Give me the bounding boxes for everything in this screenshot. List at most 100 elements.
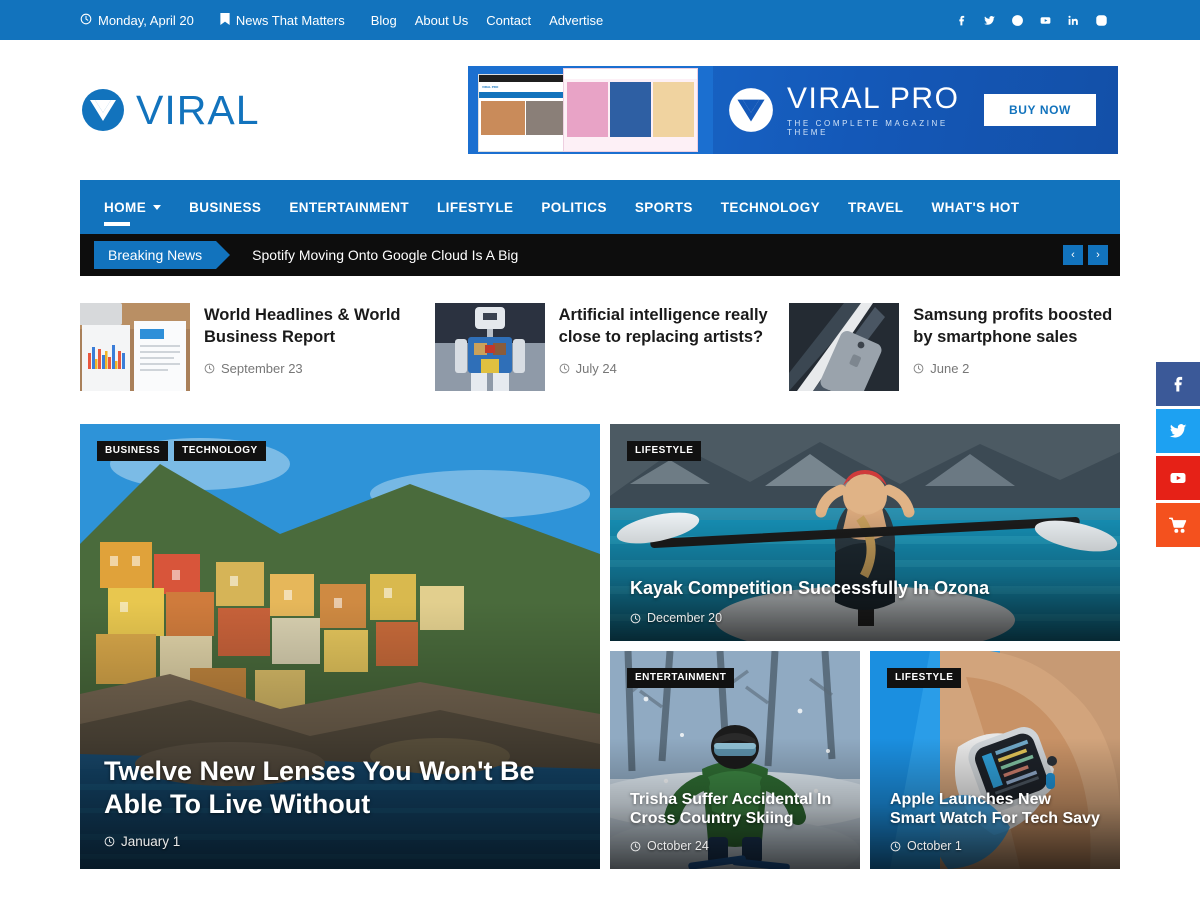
feature-body-1: World Headlines & World Business Report …	[204, 303, 435, 376]
card-text-skiing: Trisha Suffer Accidental In Cross Countr…	[630, 790, 840, 853]
card-title-skiing[interactable]: Trisha Suffer Accidental In Cross Countr…	[630, 790, 840, 828]
badge-technology[interactable]: TECHNOLOGY	[174, 441, 266, 461]
nav-label-home: HOME	[104, 199, 147, 215]
clock-icon	[80, 13, 92, 27]
clock-icon	[559, 363, 570, 374]
facebook-icon[interactable]	[954, 13, 968, 27]
card-title-main[interactable]: Twelve New Lenses You Won't Be Able To L…	[104, 755, 580, 820]
feature-title-3[interactable]: Samsung profits boosted by smartphone sa…	[913, 305, 1120, 349]
topbar-link-about-us[interactable]: About Us	[415, 13, 468, 28]
card-date-skiing: October 24	[630, 839, 840, 853]
ad-screenshot-mobile	[563, 68, 698, 152]
breaking-prev-button[interactable]: ‹	[1063, 245, 1083, 265]
article-card-main[interactable]: BUSINESS TECHNOLOGY Twelve New Lenses Yo…	[80, 424, 600, 869]
pinterest-icon[interactable]	[1010, 13, 1024, 27]
topbar-link-contact[interactable]: Contact	[486, 13, 531, 28]
grid-column-left: BUSINESS TECHNOLOGY Twelve New Lenses Yo…	[80, 424, 600, 869]
feature-article-3[interactable]: Samsung profits boosted by smartphone sa…	[789, 303, 1120, 391]
feature-title-1[interactable]: World Headlines & World Business Report	[204, 305, 435, 349]
grid-small-cards-row: ENTERTAINMENT Trisha Suffer Accidental I…	[610, 651, 1120, 869]
feature-body-2: Artificial intelligence really close to …	[559, 303, 790, 376]
chevron-down-icon	[153, 204, 162, 210]
topbar-social-links	[954, 13, 1108, 27]
ad-title: VIRAL PRO	[787, 81, 960, 115]
badge-business[interactable]: BUSINESS	[97, 441, 169, 461]
clock-icon	[104, 836, 115, 847]
ad-screenshot-collage: VIRAL PRO	[468, 66, 713, 154]
card-badges-smartwatch: LIFESTYLE	[887, 668, 962, 688]
floating-social-share-bar	[1156, 362, 1200, 550]
viral-logo-icon	[80, 87, 126, 133]
breaking-news-wrapper: Breaking News Spotify Moving Onto Google…	[0, 234, 1200, 276]
nav-item-home[interactable]: HOME	[104, 180, 162, 234]
breaking-news-controls: ‹ ›	[1063, 245, 1108, 265]
breaking-news-headline[interactable]: Spotify Moving Onto Google Cloud Is A Bi…	[252, 247, 518, 263]
tagline-label: News That Matters	[235, 12, 345, 28]
clock-icon	[890, 841, 901, 852]
share-twitter-button[interactable]	[1156, 409, 1200, 453]
card-date-text-main: January 1	[121, 834, 181, 849]
twitter-icon[interactable]	[982, 13, 996, 27]
date-label: Monday, April 20	[98, 12, 194, 28]
article-card-smartwatch[interactable]: LIFESTYLE Apple Launches New Smart Watch…	[870, 651, 1120, 869]
current-date: Monday, April 20	[80, 13, 194, 28]
site-logo[interactable]: VIRAL	[80, 87, 260, 133]
card-badges-skiing: ENTERTAINMENT	[627, 668, 735, 688]
card-text-main: Twelve New Lenses You Won't Be Able To L…	[104, 755, 580, 849]
share-cart-button[interactable]	[1156, 503, 1200, 547]
nav-item-lifestyle[interactable]: LIFESTYLE	[437, 180, 513, 234]
grid-column-right: LIFESTYLE Kayak Competition Successfully…	[610, 424, 1120, 869]
feature-thumbnail-smartphone	[789, 303, 900, 391]
nav-item-sports[interactable]: SPORTS	[635, 180, 693, 234]
nav-item-technology[interactable]: TECHNOLOGY	[721, 180, 820, 234]
ad-banner-viral-pro[interactable]: VIRAL PRO VIRAL PRO THE COMPLETE MAGAZIN…	[468, 66, 1118, 154]
card-title-kayak[interactable]: Kayak Competition Successfully In Ozona	[630, 578, 1100, 600]
badge-lifestyle[interactable]: LIFESTYLE	[887, 668, 962, 688]
feature-title-2[interactable]: Artificial intelligence really close to …	[559, 305, 790, 349]
card-title-smartwatch[interactable]: Apple Launches New Smart Watch For Tech …	[890, 790, 1100, 828]
nav-item-politics[interactable]: POLITICS	[541, 180, 606, 234]
nav-item-whats-hot[interactable]: WHAT'S HOT	[931, 180, 1019, 234]
nav-item-entertainment[interactable]: ENTERTAINMENT	[289, 180, 409, 234]
feature-thumbnail-desk-charts	[80, 303, 190, 391]
card-text-kayak: Kayak Competition Successfully In Ozona …	[630, 578, 1100, 625]
topbar-link-blog[interactable]: Blog	[371, 13, 397, 28]
share-facebook-button[interactable]	[1156, 362, 1200, 406]
article-card-kayak[interactable]: LIFESTYLE Kayak Competition Successfully…	[610, 424, 1120, 641]
feature-article-1[interactable]: World Headlines & World Business Report …	[80, 303, 435, 391]
card-badges-kayak: LIFESTYLE	[627, 441, 702, 461]
card-date-smartwatch: October 1	[890, 839, 1100, 853]
top-bar: Monday, April 20 News That Matters Blog …	[0, 0, 1200, 40]
article-card-skiing[interactable]: ENTERTAINMENT Trisha Suffer Accidental I…	[610, 651, 860, 869]
linkedin-icon[interactable]	[1066, 13, 1080, 27]
share-youtube-button[interactable]	[1156, 456, 1200, 500]
feature-date-3: June 2	[913, 361, 1120, 376]
ad-text-block: VIRAL PRO THE COMPLETE MAGAZINE THEME	[787, 81, 984, 137]
badge-lifestyle[interactable]: LIFESTYLE	[627, 441, 702, 461]
ad-subtitle: THE COMPLETE MAGAZINE THEME	[787, 118, 948, 137]
card-date-text-smartwatch: October 1	[907, 839, 962, 853]
featured-grid: BUSINESS TECHNOLOGY Twelve New Lenses Yo…	[0, 391, 1200, 869]
breaking-next-button[interactable]: ›	[1088, 245, 1108, 265]
bookmark-icon	[220, 13, 230, 27]
topbar-link-advertise[interactable]: Advertise	[549, 13, 603, 28]
buy-now-button[interactable]: BUY NOW	[984, 94, 1096, 126]
site-header: VIRAL VIRAL PRO VIRAL PRO THE COMPLETE M…	[0, 40, 1200, 180]
feature-date-1: September 23	[204, 361, 435, 376]
clock-icon	[204, 363, 215, 374]
clock-icon	[913, 363, 924, 374]
feature-date-text-3: June 2	[930, 360, 970, 376]
feature-article-2[interactable]: Artificial intelligence really close to …	[434, 303, 790, 391]
card-text-smartwatch: Apple Launches New Smart Watch For Tech …	[890, 790, 1100, 853]
youtube-icon[interactable]	[1038, 13, 1052, 27]
card-date-kayak: December 20	[630, 611, 1100, 625]
feature-body-3: Samsung profits boosted by smartphone sa…	[913, 303, 1120, 376]
nav-item-travel[interactable]: TRAVEL	[848, 180, 903, 234]
ad-content: VIRAL PRO THE COMPLETE MAGAZINE THEME	[713, 81, 984, 137]
badge-entertainment[interactable]: ENTERTAINMENT	[627, 668, 735, 688]
ad-mini-logo-label: VIRAL PRO	[482, 84, 499, 89]
instagram-icon[interactable]	[1094, 13, 1108, 27]
feature-date-text-2: July 24	[575, 360, 617, 376]
nav-item-business[interactable]: BUSINESS	[189, 180, 261, 234]
card-date-text-skiing: October 24	[647, 839, 709, 853]
